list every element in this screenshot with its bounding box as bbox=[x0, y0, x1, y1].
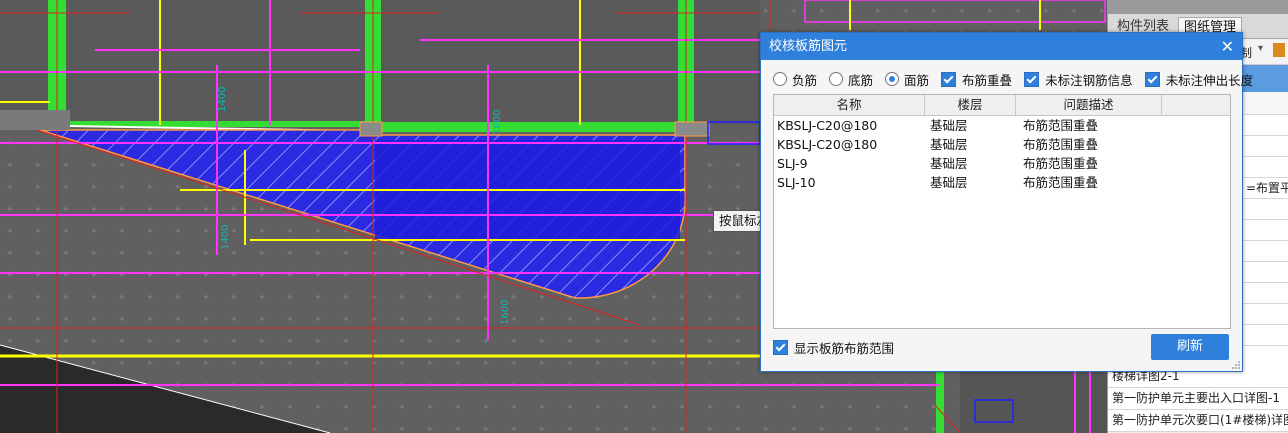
check-slab-rebar-dialog: 校核板筋图元 ✕ 负筋 底筋 面筋 布筋重叠 未标注钢筋信息 未标注伸出长度 名… bbox=[760, 32, 1253, 372]
dialog-title: 校核板筋图元 bbox=[769, 39, 848, 54]
table-row[interactable]: KBSLJ-C20@180 基础层 布筋范围重叠 bbox=[774, 135, 1230, 154]
cell-name: SLJ-10 bbox=[777, 175, 816, 190]
checkbox-unlabeled-length[interactable] bbox=[1144, 71, 1160, 87]
cell-floor: 基础层 bbox=[930, 175, 968, 190]
panel-top-strip bbox=[1108, 0, 1288, 14]
cell-description: 布筋范围重叠 bbox=[1023, 175, 1099, 190]
filter-options: 负筋 底筋 面筋 布筋重叠 未标注钢筋信息 未标注伸出长度 bbox=[773, 69, 1253, 89]
radio-top-rebar[interactable] bbox=[885, 72, 900, 86]
table-header: 名称 楼层 问题描述 bbox=[774, 95, 1230, 116]
list-item[interactable]: 第一防护单元主要出入口详图-1 bbox=[1108, 388, 1288, 410]
cell-description: 布筋范围重叠 bbox=[1023, 156, 1099, 171]
show-range-option: 显示板筋布筋范围 bbox=[773, 338, 894, 357]
dropdown-arrow-icon[interactable]: ▾ bbox=[1258, 43, 1263, 54]
radio-bottom-rebar[interactable] bbox=[829, 72, 844, 86]
cell-description: 布筋范围重叠 bbox=[1023, 137, 1099, 152]
image-tool-icon[interactable] bbox=[1273, 43, 1285, 57]
refresh-button[interactable]: 刷新 bbox=[1151, 334, 1229, 360]
svg-text:1800: 1800 bbox=[492, 110, 503, 135]
table-row[interactable]: SLJ-9 基础层 布筋范围重叠 bbox=[774, 154, 1230, 173]
radio-top-rebar-label[interactable]: 面筋 bbox=[904, 70, 929, 89]
svg-text:1400: 1400 bbox=[220, 225, 231, 250]
list-item[interactable]: 第一防护单元次要口(1#楼梯)详图 bbox=[1108, 410, 1288, 432]
radio-negative-rebar[interactable] bbox=[773, 72, 787, 86]
svg-text:1400: 1400 bbox=[217, 87, 228, 112]
checkbox-show-range[interactable] bbox=[773, 340, 788, 355]
checkbox-unlabeled-info[interactable] bbox=[1024, 71, 1040, 87]
checkbox-show-range-label[interactable]: 显示板筋布筋范围 bbox=[794, 338, 894, 357]
table-row[interactable]: KBSLJ-C20@180 基础层 布筋范围重叠 bbox=[774, 116, 1230, 135]
cell-floor: 基础层 bbox=[930, 137, 968, 152]
close-icon[interactable]: ✕ bbox=[1221, 33, 1234, 60]
checkbox-overlap[interactable] bbox=[941, 71, 957, 87]
cell-name: KBSLJ-C20@180 bbox=[777, 118, 878, 133]
table-row[interactable]: SLJ-10 基础层 布筋范围重叠 bbox=[774, 173, 1230, 192]
resize-grip-icon[interactable] bbox=[1232, 361, 1240, 369]
issues-table: 名称 楼层 问题描述 KBSLJ-C20@180 基础层 布筋范围重叠 KBSL… bbox=[773, 94, 1231, 329]
column-header-name[interactable]: 名称 bbox=[774, 95, 925, 115]
drawing-list-bottom: 楼梯详图2-1 第一防护单元主要出入口详图-1 第一防护单元次要口(1#楼梯)详… bbox=[1108, 366, 1288, 432]
list-item-fragment: =布置平面 bbox=[1246, 181, 1288, 195]
cell-floor: 基础层 bbox=[930, 156, 968, 171]
cell-description: 布筋范围重叠 bbox=[1023, 118, 1099, 133]
checkbox-overlap-label[interactable]: 布筋重叠 bbox=[962, 70, 1012, 89]
checkbox-unlabeled-length-label[interactable]: 未标注伸出长度 bbox=[1166, 70, 1254, 89]
cell-floor: 基础层 bbox=[930, 118, 968, 133]
checkbox-unlabeled-info-label[interactable]: 未标注钢筋信息 bbox=[1045, 70, 1133, 89]
cell-name: KBSLJ-C20@180 bbox=[777, 137, 878, 152]
cell-name: SLJ-9 bbox=[777, 156, 808, 171]
dialog-title-bar[interactable]: 校核板筋图元 ✕ bbox=[761, 33, 1242, 60]
radio-negative-rebar-label[interactable]: 负筋 bbox=[792, 70, 817, 89]
column-header-description[interactable]: 问题描述 bbox=[1016, 95, 1162, 115]
svg-text:1600: 1600 bbox=[500, 300, 511, 325]
column-header-floor[interactable]: 楼层 bbox=[925, 95, 1016, 115]
radio-bottom-rebar-label[interactable]: 底筋 bbox=[848, 70, 873, 89]
